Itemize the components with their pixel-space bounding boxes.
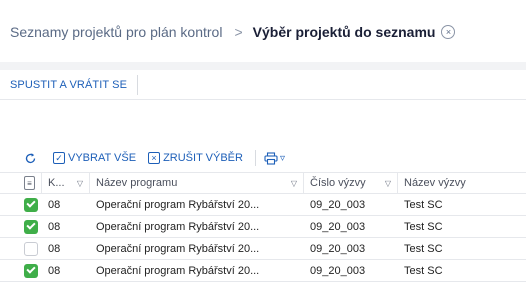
column-label-code: K... xyxy=(48,177,65,189)
cell-call-number: 09_20_003 xyxy=(310,242,366,255)
row-checkbox[interactable] xyxy=(24,197,38,212)
header-divider-band xyxy=(0,62,526,70)
checkbox-x-icon: × xyxy=(148,152,161,164)
action-bar: SPUSTIT A VRÁTIT SE xyxy=(0,70,526,100)
grid-header-row: ≡ K... ▽ Název programu ▽ Číslo výzvy ▽ … xyxy=(0,172,526,194)
select-all-button[interactable]: ✓ VYBRAT VŠE xyxy=(53,152,136,164)
breadcrumb-previous-link[interactable]: Seznamy projektů pro plán kontrol xyxy=(10,24,222,40)
cell-code: 08 xyxy=(48,264,61,277)
cell-call-name: Test SC xyxy=(404,264,443,277)
row-select-cell xyxy=(0,216,42,237)
cell-call-number: 09_20_003 xyxy=(310,264,366,277)
cell-program: Operační program Rybářství 20... xyxy=(96,220,260,233)
filter-icon[interactable]: ▽ xyxy=(291,179,297,188)
refresh-icon-glyph xyxy=(25,152,36,163)
column-header-code[interactable]: K... ▽ xyxy=(42,173,90,193)
action-divider xyxy=(137,74,139,95)
breadcrumb-separator: > xyxy=(234,24,243,40)
clear-selection-button[interactable]: × ZRUŠIT VÝBĚR xyxy=(148,152,243,164)
run-and-return-button[interactable]: SPUSTIT A VRÁTIT SE xyxy=(10,75,137,95)
filter-icon[interactable]: ▽ xyxy=(77,179,83,188)
row-select-cell xyxy=(0,238,42,259)
column-header-call-name[interactable]: Název výzvy xyxy=(398,173,526,193)
cell-call-name: Test SC xyxy=(404,242,443,255)
row-select-cell xyxy=(0,260,42,281)
table-row[interactable]: 08 Operační program Rybářství 20... 09_2… xyxy=(0,260,526,282)
column-label-program: Název programu xyxy=(96,177,178,189)
print-icon[interactable] xyxy=(264,151,278,165)
table-row[interactable]: 08 Operační program Rybářství 20... 09_2… xyxy=(0,216,526,238)
toolbar-divider xyxy=(254,150,256,166)
cell-code: 08 xyxy=(48,242,61,255)
projects-grid: ≡ K... ▽ Název programu ▽ Číslo výzvy ▽ … xyxy=(0,172,526,282)
row-select-cell xyxy=(0,194,42,215)
cell-code: 08 xyxy=(48,198,61,211)
cell-call-number: 09_20_003 xyxy=(310,198,366,211)
cell-program: Operační program Rybářství 20... xyxy=(96,242,260,255)
grid-toolbar: ✓ VYBRAT VŠE × ZRUŠIT VÝBĚR ▿ xyxy=(0,146,526,170)
cell-program: Operační program Rybářství 20... xyxy=(96,264,260,277)
column-header-program[interactable]: Název programu ▽ xyxy=(90,173,304,193)
header-select-cell: ≡ xyxy=(0,173,42,193)
cell-program: Operační program Rybářství 20... xyxy=(96,198,260,211)
refresh-icon[interactable] xyxy=(24,152,37,165)
chevron-down-icon[interactable]: ▿ xyxy=(280,153,285,164)
cell-call-name: Test SC xyxy=(404,220,443,233)
close-icon[interactable]: × xyxy=(441,25,456,39)
table-row[interactable]: 08 Operační program Rybářství 20... 09_2… xyxy=(0,194,526,216)
clear-selection-label: ZRUŠIT VÝBĚR xyxy=(163,152,243,164)
row-checkbox[interactable] xyxy=(24,241,38,256)
row-checkbox[interactable] xyxy=(24,219,38,234)
printer-glyph xyxy=(264,151,278,165)
column-header-call-number[interactable]: Číslo výzvy ▽ xyxy=(304,173,398,193)
column-label-call-name: Název výzvy xyxy=(404,177,466,189)
column-chooser-icon[interactable]: ≡ xyxy=(24,176,35,190)
filter-icon[interactable]: ▽ xyxy=(385,179,391,188)
select-all-label: VYBRAT VŠE xyxy=(68,152,137,164)
checkbox-check-icon: ✓ xyxy=(53,152,65,164)
page-title: Výběr projektů do seznamu xyxy=(252,24,436,40)
table-row[interactable]: 08 Operační program Rybářství 20... 09_2… xyxy=(0,238,526,260)
cell-code: 08 xyxy=(48,220,61,233)
breadcrumb: Seznamy projektů pro plán kontrol > Výbě… xyxy=(10,22,456,42)
cell-call-number: 09_20_003 xyxy=(310,220,366,233)
column-label-call-number: Číslo výzvy xyxy=(310,177,366,189)
cell-call-name: Test SC xyxy=(404,198,443,211)
row-checkbox[interactable] xyxy=(24,263,38,278)
